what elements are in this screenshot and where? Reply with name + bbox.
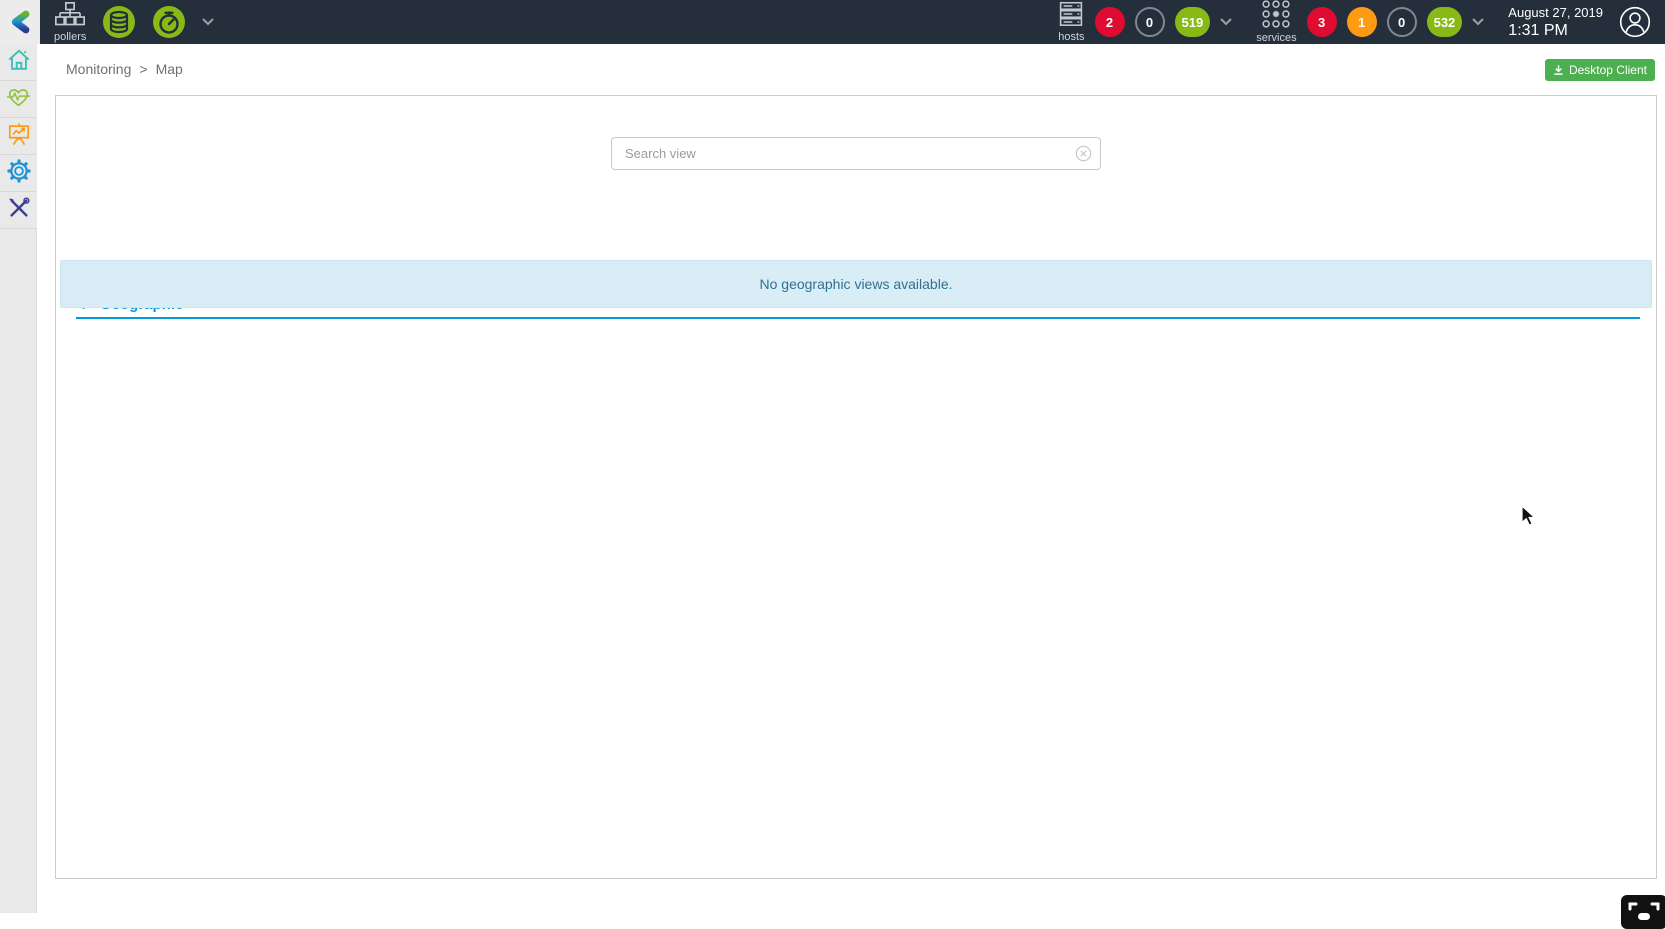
services-pending-badge[interactable]: 0	[1387, 7, 1417, 37]
tools-icon	[7, 196, 31, 225]
user-avatar-icon[interactable]	[1619, 6, 1651, 38]
services-dropdown-chevron-icon[interactable]	[1472, 18, 1484, 26]
no-geographic-views-message: No geographic views available.	[760, 276, 953, 292]
sidebar-item-administration[interactable]	[0, 192, 37, 229]
presentation-chart-icon	[7, 122, 31, 151]
hosts-menu[interactable]: hosts	[1058, 1, 1084, 43]
pollers-label: pollers	[54, 32, 86, 43]
gear-icon	[7, 159, 31, 188]
poller-dropdown-chevron-icon[interactable]	[202, 18, 214, 26]
hosts-label: hosts	[1058, 32, 1084, 43]
desktop-client-label: Desktop Client	[1569, 63, 1647, 77]
search-view-input[interactable]	[611, 137, 1101, 170]
download-icon	[1553, 64, 1564, 76]
clear-search-icon[interactable]	[1075, 145, 1092, 162]
desktop-client-button[interactable]: Desktop Client	[1545, 59, 1655, 81]
home-icon	[7, 48, 31, 77]
main-content: Monitoring > Map Desktop Client	[37, 44, 1665, 913]
hosts-icon	[1058, 1, 1084, 30]
breadcrumb: Monitoring > Map	[66, 61, 183, 77]
search-view-wrap	[611, 137, 1101, 170]
current-time: 1:31 PM	[1508, 22, 1603, 40]
services-warning-badge[interactable]: 1	[1347, 7, 1377, 37]
map-views-panel: Standard Geographic + No geographic view…	[55, 95, 1657, 879]
latency-gauge-icon[interactable]	[152, 5, 186, 39]
services-menu[interactable]: services	[1256, 0, 1296, 44]
centreon-logo[interactable]	[0, 0, 40, 44]
hosts-ok-badge[interactable]: 519	[1175, 7, 1211, 37]
screenshot-overlay-button[interactable]	[1621, 895, 1665, 929]
heart-pulse-icon	[6, 85, 31, 114]
no-geographic-views-alert: No geographic views available.	[60, 260, 1652, 308]
database-status-icon[interactable]	[102, 5, 136, 39]
pollers-menu[interactable]: pollers	[54, 2, 86, 43]
breadcrumb-page[interactable]: Map	[156, 61, 183, 77]
services-critical-badge[interactable]: 3	[1307, 7, 1337, 37]
topbar: pollers	[0, 0, 1665, 44]
breadcrumb-separator: >	[139, 61, 147, 77]
services-icon	[1262, 0, 1290, 31]
hosts-pending-badge[interactable]: 0	[1135, 7, 1165, 37]
sidebar-item-home[interactable]	[0, 44, 37, 81]
services-ok-badge[interactable]: 532	[1427, 7, 1463, 37]
hosts-critical-badge[interactable]: 2	[1095, 7, 1125, 37]
hosts-dropdown-chevron-icon[interactable]	[1220, 18, 1232, 26]
pollers-icon	[55, 2, 85, 30]
screen-capture-icon	[1621, 895, 1665, 929]
centreon-logo-icon	[7, 9, 33, 35]
sidebar	[0, 44, 37, 913]
sidebar-item-reporting[interactable]	[0, 118, 37, 155]
current-date: August 27, 2019	[1508, 5, 1603, 20]
clock: August 27, 2019 1:31 PM	[1508, 5, 1603, 40]
breadcrumb-section[interactable]: Monitoring	[66, 61, 131, 77]
services-label: services	[1256, 33, 1296, 44]
sidebar-item-configuration[interactable]	[0, 155, 37, 192]
sidebar-item-monitoring[interactable]	[0, 81, 37, 118]
